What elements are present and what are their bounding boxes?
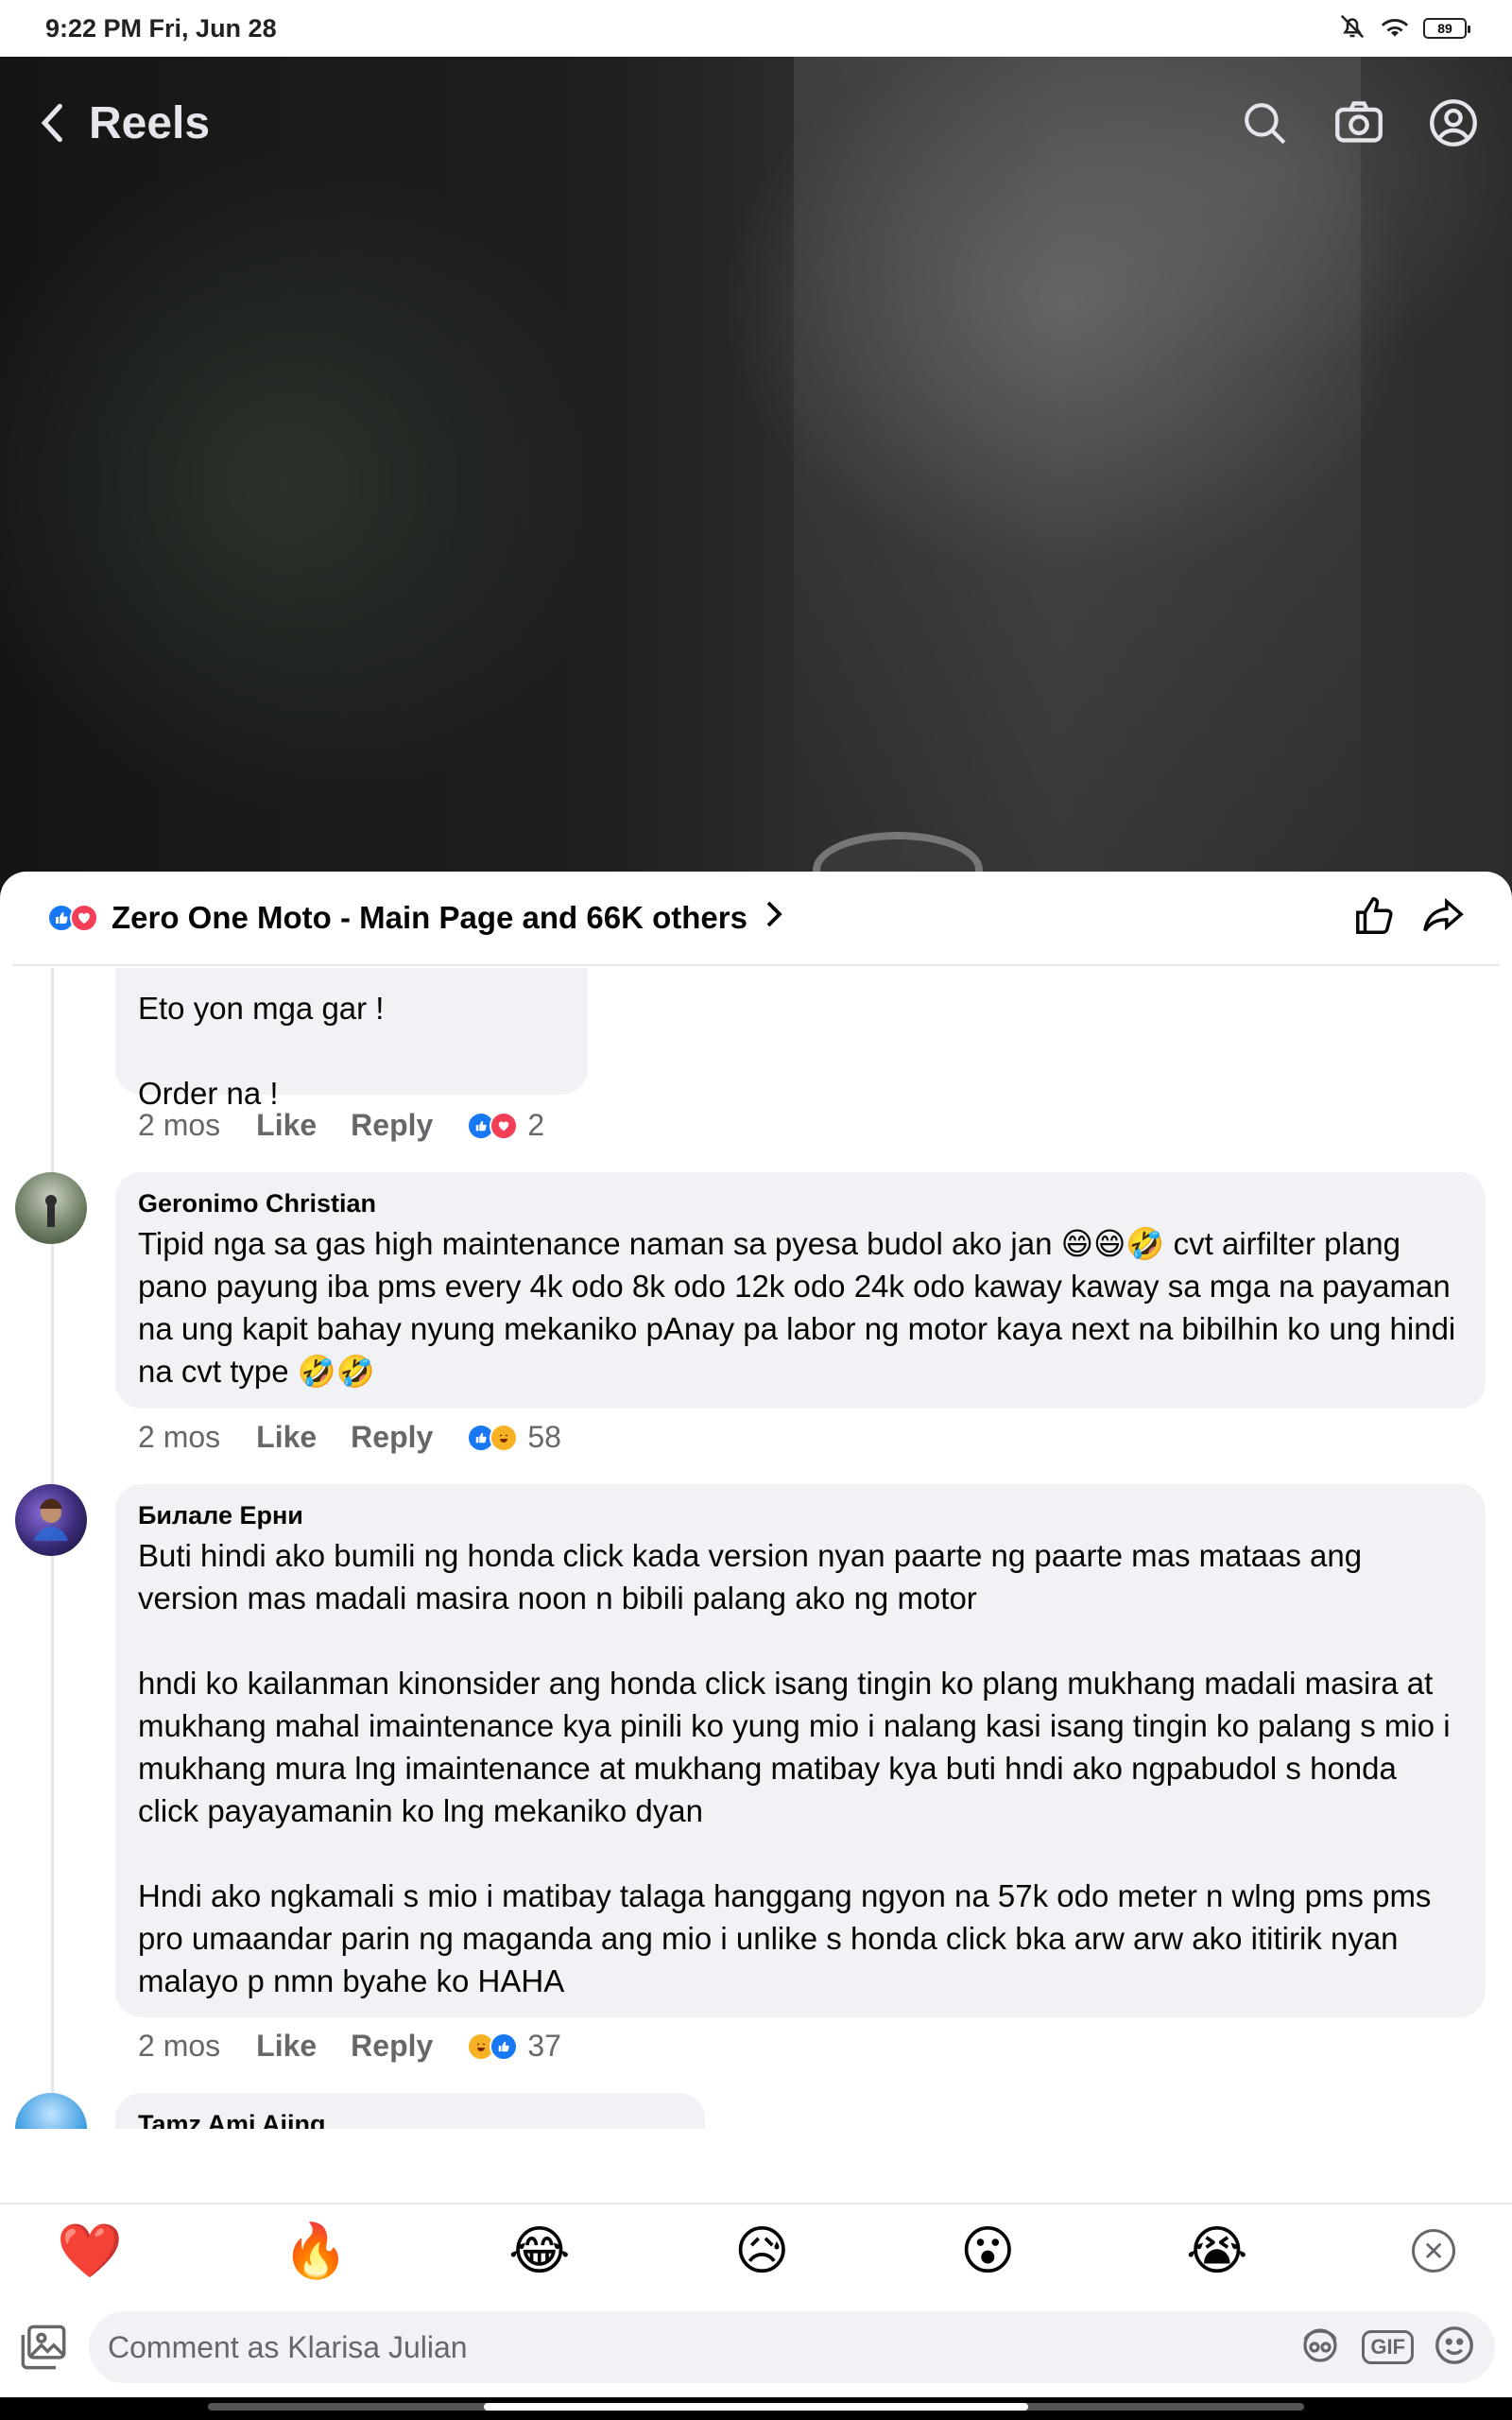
search-icon[interactable]	[1240, 98, 1289, 147]
avatar-sticker-icon[interactable]	[1297, 2323, 1343, 2373]
comment-like-button[interactable]: Like	[256, 1420, 317, 1455]
header-actions	[1240, 98, 1478, 147]
laughing-emoji-button[interactable]: 😂	[508, 2220, 734, 2282]
like-reaction-icon	[490, 2031, 519, 2061]
comment-thread: Eto yon mga gar ! Order na ! 2 mos Like …	[0, 968, 1512, 2129]
comment-bubble[interactable]: Билале Ерни Buti hindi ako bumili ng hon…	[115, 1484, 1486, 2017]
photo-icon[interactable]	[17, 2321, 70, 2374]
sheet-header-actions	[1353, 894, 1465, 942]
comment-author[interactable]: Билале Ерни	[138, 1501, 1463, 1530]
comment-bubble[interactable]: Eto yon mga gar ! Order na !	[115, 968, 588, 1111]
comment-reply-button[interactable]: Reply	[351, 1108, 433, 1143]
reaction-count: 58	[527, 1420, 561, 1454]
comment-author[interactable]: Geronimo Christian	[138, 1189, 1463, 1219]
comment-text: Buti hindi ako bumili ng honda click kad…	[138, 1538, 1451, 1998]
back-arrow-icon[interactable]	[34, 103, 72, 143]
comment-meta: 2 mos Like Reply 58	[138, 1420, 561, 1455]
comment-reactions[interactable]	[467, 1423, 519, 1452]
chevron-right-icon[interactable]	[765, 900, 783, 937]
crying-emoji-button[interactable]: 😭	[1186, 2220, 1412, 2282]
wifi-icon	[1380, 13, 1410, 44]
comment-like-button[interactable]: Like	[256, 2029, 317, 2064]
system-nav-bar	[0, 2397, 1512, 2420]
comment-text: Tipid nga sa gas high maintenance naman …	[138, 1226, 1456, 1389]
comment-time: 2 mos	[138, 1420, 221, 1454]
comment-bubble[interactable]: Tamz Ami Aiing	[115, 2093, 705, 2129]
comment-reactions[interactable]	[467, 2031, 519, 2061]
comment-like-button[interactable]: Like	[256, 1108, 317, 1143]
status-icons: 89	[1338, 12, 1470, 45]
reaction-summary-text[interactable]: Zero One Moto - Main Page and 66K others	[112, 900, 747, 936]
comment-time: 2 mos	[138, 2029, 221, 2063]
sad-emoji-button[interactable]: 😥	[734, 2220, 960, 2282]
reaction-count: 2	[527, 1108, 545, 1142]
haha-reaction-icon	[490, 1423, 519, 1452]
close-icon[interactable]: ✕	[1412, 2229, 1456, 2273]
battery-icon: 89	[1423, 18, 1470, 39]
status-time: 9:22 PM Fri, Jun 28	[45, 13, 277, 43]
comment-reactions[interactable]	[467, 1111, 519, 1140]
emoji-icon[interactable]	[1433, 2324, 1476, 2372]
profile-icon[interactable]	[1429, 98, 1478, 147]
page-title: Reels	[89, 97, 211, 148]
reaction-count: 37	[527, 2029, 561, 2063]
comment-composer: GIF	[0, 2297, 1512, 2397]
comment-author[interactable]: Tamz Ami Aiing	[138, 2110, 682, 2129]
heart-emoji-button[interactable]: ❤️	[57, 2220, 283, 2282]
comment-meta: 2 mos Like Reply 37	[138, 2029, 561, 2064]
avatar[interactable]	[15, 1484, 87, 1556]
composer-tools: GIF	[1297, 2323, 1476, 2373]
comment-bubble[interactable]: Geronimo Christian Tipid nga sa gas high…	[115, 1172, 1486, 1409]
comment-time: 2 mos	[138, 1108, 221, 1142]
gif-button[interactable]: GIF	[1362, 2330, 1414, 2364]
comment-reply-button[interactable]: Reply	[351, 2029, 433, 2064]
wow-emoji-button[interactable]: 😮	[960, 2220, 1186, 2282]
comment-input[interactable]	[108, 2329, 1298, 2365]
share-icon[interactable]	[1421, 894, 1465, 942]
comments-sheet: Zero One Moto - Main Page and 66K others…	[0, 872, 1512, 2397]
camera-icon[interactable]	[1334, 98, 1383, 147]
home-gesture-pill[interactable]	[484, 2403, 1028, 2411]
avatar[interactable]	[15, 1172, 87, 1244]
fire-emoji-button[interactable]: 🔥	[283, 2220, 508, 2282]
mute-icon	[1338, 12, 1366, 45]
like-button-icon[interactable]	[1353, 894, 1397, 942]
status-bar: 9:22 PM Fri, Jun 28 89	[0, 0, 1512, 57]
reels-header: Reels	[0, 57, 1512, 189]
quick-reaction-bar: ❤️ 🔥 😂 😥 😮 😭 ✕	[0, 2203, 1512, 2297]
comment-text: Eto yon mga gar ! Order na !	[138, 991, 385, 1111]
love-reaction-icon	[70, 904, 98, 932]
love-reaction-icon	[490, 1111, 519, 1140]
comment-reply-button[interactable]: Reply	[351, 1420, 433, 1455]
reaction-icons	[47, 904, 98, 932]
comment-meta: 2 mos Like Reply 2	[138, 1108, 544, 1143]
avatar[interactable]	[15, 2093, 87, 2129]
comment-field: GIF	[89, 2311, 1495, 2383]
reactions-summary-bar[interactable]: Zero One Moto - Main Page and 66K others	[13, 872, 1499, 966]
